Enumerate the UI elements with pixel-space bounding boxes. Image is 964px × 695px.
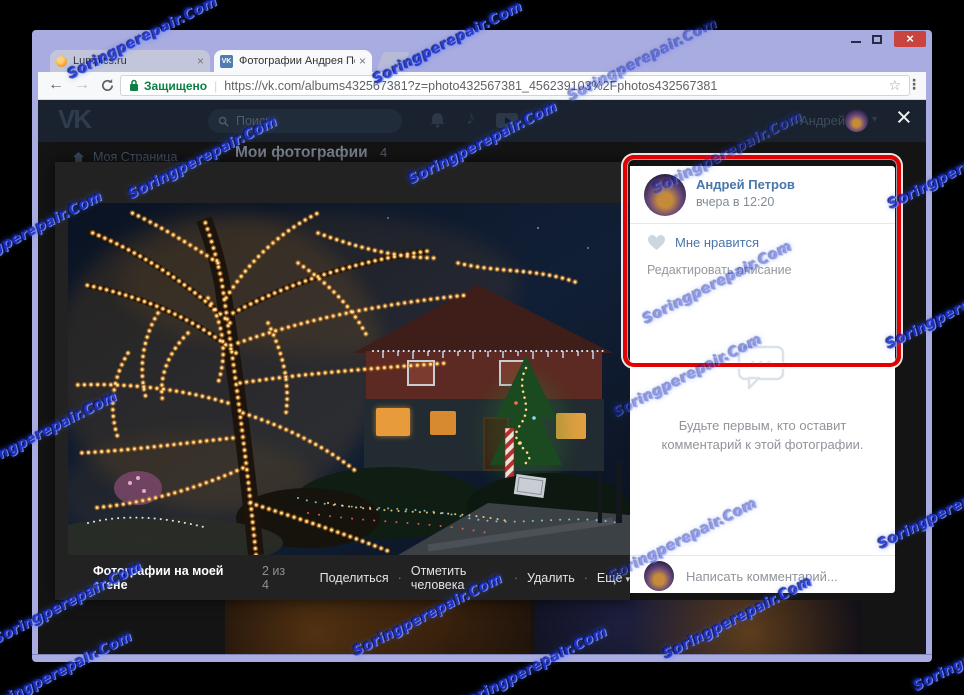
back-icon[interactable]: ←: [48, 75, 64, 95]
notifications-bell-icon[interactable]: [430, 112, 445, 128]
tab-close-icon[interactable]: ×: [197, 54, 204, 68]
security-label: Защищено: [144, 78, 208, 93]
photo-action-bar: Фотографии на моей стене 2 из 4 Поделить…: [55, 555, 630, 600]
delete-link[interactable]: Удалить: [527, 571, 575, 585]
url-text: https://vk.com/albums432567381?z=photo43…: [224, 78, 718, 93]
photos-count: 4: [380, 145, 388, 160]
address-bar[interactable]: Защищено | https://vk.com/albums43256738…: [120, 75, 910, 96]
photo-thumbnail[interactable]: [225, 600, 531, 654]
red-highlight-box: [623, 155, 901, 367]
window-titlebar[interactable]: JAN: [32, 30, 932, 77]
page-title-text: Мои фотографии: [235, 144, 368, 161]
minimize-button[interactable]: [851, 41, 861, 43]
tab-close-icon[interactable]: ×: [359, 54, 366, 68]
share-link[interactable]: Поделиться: [320, 571, 389, 585]
refresh-icon[interactable]: [100, 78, 115, 93]
album-name[interactable]: Фотографии на моей стене: [93, 564, 252, 592]
commenter-avatar: [644, 561, 674, 591]
tab-vk-photos[interactable]: VK Фотографии Андрея Пе ×: [214, 50, 372, 72]
forward-icon[interactable]: →: [74, 75, 90, 95]
header-caret-icon: ▾: [872, 114, 878, 125]
photo-thumbnail[interactable]: [535, 600, 861, 654]
screen: JAN × Lumpics.ru × VK Фотографии Андрея …: [0, 0, 964, 695]
photo-viewer-modal: .lg{fill:none;stroke:#c87f24;stroke-widt…: [55, 162, 630, 600]
music-note-icon[interactable]: ♪: [466, 108, 476, 130]
tab-lumpics[interactable]: Lumpics.ru ×: [50, 50, 210, 72]
more-label: Ещё: [596, 570, 623, 585]
window-frame-right: [926, 72, 932, 654]
more-link[interactable]: Ещё ▾: [597, 571, 630, 585]
search-icon: [218, 116, 229, 127]
comment-input[interactable]: Написать комментарий...: [686, 569, 838, 584]
vk-favicon-icon: VK: [220, 54, 233, 68]
no-comments-line2: комментарий к этой фотографии.: [661, 437, 864, 452]
vk-logo[interactable]: VK: [58, 104, 92, 135]
header-avatar[interactable]: [845, 109, 868, 132]
secure-lock-icon: [130, 79, 138, 91]
separator-dot: ·: [397, 570, 402, 585]
maximize-button[interactable]: [872, 35, 882, 44]
photo-counter: 2 из 4: [261, 563, 286, 592]
tab-title: Lumpics.ru: [73, 55, 127, 67]
divider: [630, 555, 895, 556]
photo-image[interactable]: .lg{fill:none;stroke:#c87f24;stroke-widt…: [68, 203, 630, 555]
separator-dot: ·: [583, 570, 588, 585]
no-comments-text: Будьте первым, кто оставит комментарий к…: [630, 416, 895, 454]
header-user-name[interactable]: Андрей: [800, 113, 845, 128]
no-comments-line1: Будьте первым, кто оставит: [678, 418, 847, 433]
lumpics-favicon-icon: [56, 55, 67, 67]
page-title: Мои фотографии 4: [235, 144, 387, 162]
video-icon[interactable]: [496, 113, 518, 128]
window-close-button[interactable]: ×: [894, 31, 926, 47]
close-photo-viewer-icon[interactable]: ×: [896, 102, 912, 133]
bookmark-star-icon[interactable]: ☆: [888, 77, 901, 94]
tag-person-link[interactable]: Отметить человека: [411, 564, 505, 592]
vk-search-input[interactable]: Поиск: [208, 109, 402, 133]
search-placeholder: Поиск: [236, 114, 271, 128]
vk-header: VK Поиск ♪ Андрей ▾ ×: [38, 100, 926, 142]
vk-page: VK Поиск ♪ Андрей ▾ × Моя Страница Мои ф…: [38, 100, 926, 654]
omnibox-separator: |: [214, 78, 218, 93]
browser-menu-icon[interactable]: ⋮: [907, 76, 921, 93]
browser-toolbar: ← → Защищено | https://vk.com/albums4325…: [38, 72, 926, 100]
christmas-lights-photo: .lg{fill:none;stroke:#c87f24;stroke-widt…: [68, 203, 630, 555]
window-frame-bottom: [32, 654, 932, 662]
tab-title: Фотографии Андрея Пе: [239, 55, 355, 67]
separator-dot: ·: [513, 570, 518, 585]
